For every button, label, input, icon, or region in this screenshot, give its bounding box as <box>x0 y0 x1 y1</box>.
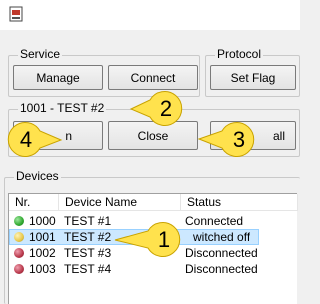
row-status: Connected <box>185 214 244 228</box>
row-nr: 1001 <box>29 230 56 244</box>
status-indicator-red-icon <box>14 264 24 274</box>
row-nr: 1003 <box>29 262 56 276</box>
row-device-name: TEST #1 <box>64 214 112 228</box>
status-indicator-red-icon <box>14 248 24 258</box>
callout-1: 1 <box>114 222 181 257</box>
set-flag-button[interactable]: Set Flag <box>210 65 296 90</box>
status-indicator-yellow-icon <box>14 232 24 242</box>
callout-3-number: 3 <box>233 127 245 152</box>
row-status: Disconnected <box>185 246 258 260</box>
column-header-nr[interactable]: Nr. <box>9 194 59 211</box>
status-indicator-green-icon <box>14 216 24 226</box>
row-status: Disconnected <box>185 262 258 276</box>
title-bar <box>0 0 300 30</box>
row-device-name: TEST #4 <box>64 262 112 276</box>
devices-group-label: Devices <box>14 169 61 183</box>
app-icon <box>9 6 23 22</box>
row-device-name: TEST #2 <box>64 230 112 244</box>
row-device-name: TEST #3 <box>64 246 112 260</box>
callout-3: 3 <box>197 122 255 157</box>
callout-1-number: 1 <box>158 227 170 252</box>
manage-button[interactable]: Manage <box>13 65 103 90</box>
callout-4: 4 <box>7 122 63 157</box>
column-header-device-name[interactable]: Device Name <box>59 194 181 211</box>
call-all-button-label: all <box>272 128 285 143</box>
row-status: witched off <box>193 230 251 244</box>
row-nr: 1002 <box>29 246 56 260</box>
table-row[interactable]: 1003 TEST #4 Disconnected <box>9 261 298 277</box>
callout-2-number: 2 <box>160 96 172 121</box>
connect-button[interactable]: Connect <box>108 65 198 90</box>
row-nr: 1000 <box>29 214 56 228</box>
open-button-label: n <box>65 128 72 143</box>
callout-4-number: 4 <box>20 127 32 152</box>
protocol-group-label: Protocol <box>215 47 264 61</box>
list-header: Nr. Device Name Status <box>9 194 298 211</box>
callout-2: 2 <box>129 91 183 126</box>
device-group-label: 1001 - TEST #2 <box>18 101 107 115</box>
column-header-status[interactable]: Status <box>181 194 298 211</box>
service-group-label: Service <box>18 47 63 61</box>
